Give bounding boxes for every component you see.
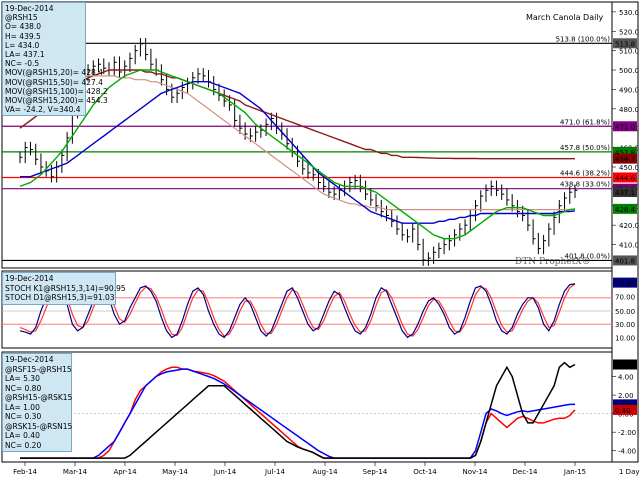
price-info-box: 19-Dec-2014 @RSH15 O= 438.0 H= 439.5 L= …	[2, 2, 108, 117]
spread-y-tick-label: -4.00	[618, 448, 636, 456]
x-tick-label: Dec-14	[513, 468, 539, 476]
stoch-k-label: STOCH K1@RSH15,3,14)=90.95	[5, 283, 126, 293]
info-row: L= 434.0	[5, 40, 40, 50]
price-y-tick-label: 420.0	[619, 222, 639, 230]
price-y-tick-label: 530.0	[619, 9, 639, 17]
price-value-tag-label: 471.0	[615, 123, 635, 131]
interval-label: 1 Day	[619, 468, 640, 476]
x-tick-label: Jul-14	[264, 468, 285, 476]
info-row: MOV(@RSH15,20)= 428.4	[5, 68, 103, 78]
spread-y-tick-label: -2.00	[618, 429, 636, 437]
spread-row: NC= 0.80	[5, 383, 42, 393]
spread-value-tag-label: 0.40	[615, 407, 631, 415]
stoch-date: 19-Dec-2014	[5, 274, 54, 283]
price-value-tag-label: 401.8	[615, 257, 635, 265]
price-value-tag-label: 454.3	[615, 156, 635, 164]
stoch-d-label: STOCH D1@RSH15,3)=91.03	[5, 293, 115, 302]
stoch-tick-label: 70.00	[615, 293, 635, 301]
price-value-tag-label: 444.6	[615, 174, 636, 182]
x-tick-label: Nov-14	[463, 468, 488, 476]
x-tick-label: Jan-15	[563, 468, 586, 476]
price-value-tag-label: 437.1	[615, 189, 635, 197]
spread-row: LA= 5.30	[5, 374, 40, 383]
spread-y-tick-label: 4.00	[618, 374, 634, 382]
price-value-tag-label: 428.4	[615, 206, 636, 214]
info-row: MOV(@RSH15,50)= 427.4	[5, 77, 103, 87]
info-row: MOV(@RSH15,200)= 454.3	[5, 95, 108, 105]
spread-y-tick-label: 2.00	[618, 392, 634, 400]
price-y-tick-label: 410.0	[619, 242, 639, 250]
price-y-tick-label: 510.0	[619, 48, 639, 56]
info-row: H= 439.5	[5, 31, 41, 41]
price-y-tick-label: 450.0	[619, 164, 639, 172]
spread-row: @RSF15-@RSH15	[5, 364, 72, 374]
fib-label: 401.8 (0.0%)	[564, 252, 610, 260]
info-row: LA= 437.1	[5, 49, 45, 59]
spread-row: @RSH15-@RSK15	[5, 393, 73, 402]
stoch-value-tag-label: 90.95	[615, 280, 635, 288]
price-value-tag-label: 513.8	[615, 40, 635, 48]
x-tick-label: Oct-14	[413, 468, 437, 476]
spread-row: NC= 0.30	[5, 412, 42, 421]
spread-row: NC= 0.20	[5, 440, 42, 450]
spread-date: 19-Dec-2014	[5, 355, 54, 364]
x-tick-label: Mar-14	[63, 468, 88, 476]
x-tick-label: Jun-14	[213, 468, 237, 476]
x-tick-label: May-14	[162, 468, 188, 476]
spread-row: LA= 1.00	[5, 402, 40, 412]
price-y-tick-label: 500.0	[619, 67, 639, 75]
info-date: 19-Dec-2014	[5, 4, 54, 13]
stoch-tick-label: 10.00	[615, 334, 635, 342]
stoch-tick-label: 30.00	[615, 321, 635, 329]
spread-value-tag-label: 5.30	[615, 361, 631, 369]
fib-label: 444.6 (38.2%)	[560, 169, 610, 177]
info-row: MOV(@RSH15,100)= 428.2	[5, 86, 108, 96]
fib-label: 438.8 (33.0%)	[560, 181, 610, 189]
spread-info-box: 19-Dec-2014 @RSF15-@RSH15 LA= 5.30 NC= 0…	[2, 353, 72, 452]
fib-label: 457.8 (50.0%)	[560, 144, 610, 152]
info-row: @RSH15	[5, 13, 38, 23]
x-tick-label: Feb-14	[13, 468, 37, 476]
x-tick-label: Sep-14	[363, 468, 388, 476]
spread-row: @RSK15-@RSN15	[5, 421, 73, 431]
x-tick-label: Apr-14	[113, 468, 137, 476]
x-tick-label: Aug-14	[312, 468, 338, 476]
info-row: NC= -0.5	[5, 59, 40, 69]
price-y-tick-label: 480.0	[619, 106, 639, 114]
stoch-info-box: 19-Dec-2014 STOCH K1@RSH15,3,14)=90.95 S…	[2, 272, 126, 305]
info-row: VA= -24.2, V=340.4	[5, 105, 81, 115]
spread-row: LA= 0.40	[5, 431, 40, 440]
price-panel	[1, 1, 613, 269]
info-row: O= 438.0	[5, 22, 42, 32]
chart-title: March Canola Daily	[526, 13, 604, 22]
price-y-tick-label: 520.0	[619, 28, 639, 36]
fib-label: 513.8 (100.0%)	[556, 35, 611, 43]
fib-label: 471.0 (61.8%)	[560, 118, 610, 126]
stoch-tick-label: 50.00	[615, 308, 635, 316]
price-y-tick-label: 490.0	[619, 86, 639, 94]
